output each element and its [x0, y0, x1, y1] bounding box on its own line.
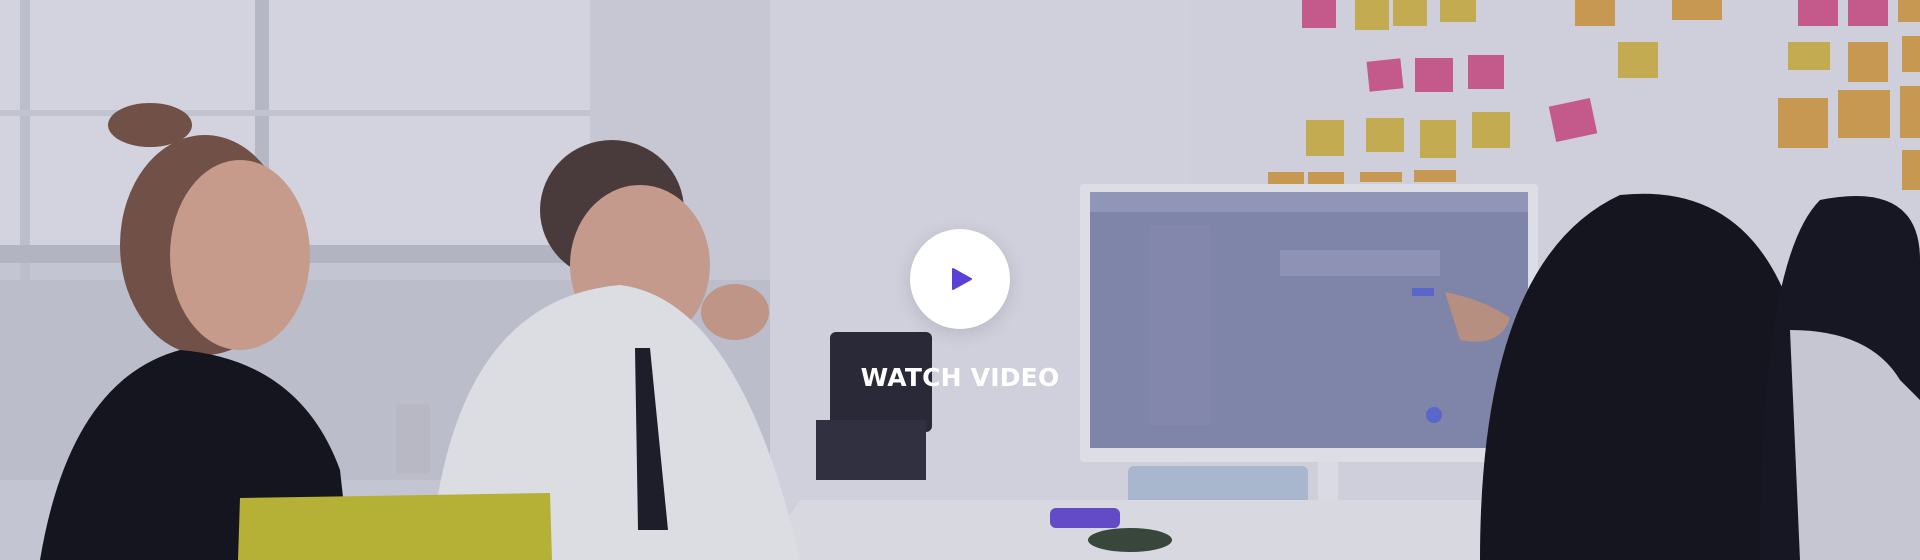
watch-video-label[interactable]: WATCH VIDEO [760, 363, 1160, 392]
video-hero: WATCH VIDEO [0, 0, 1920, 560]
play-video-button[interactable] [910, 229, 1010, 329]
play-icon [947, 267, 973, 291]
video-cta: WATCH VIDEO [760, 0, 1160, 560]
